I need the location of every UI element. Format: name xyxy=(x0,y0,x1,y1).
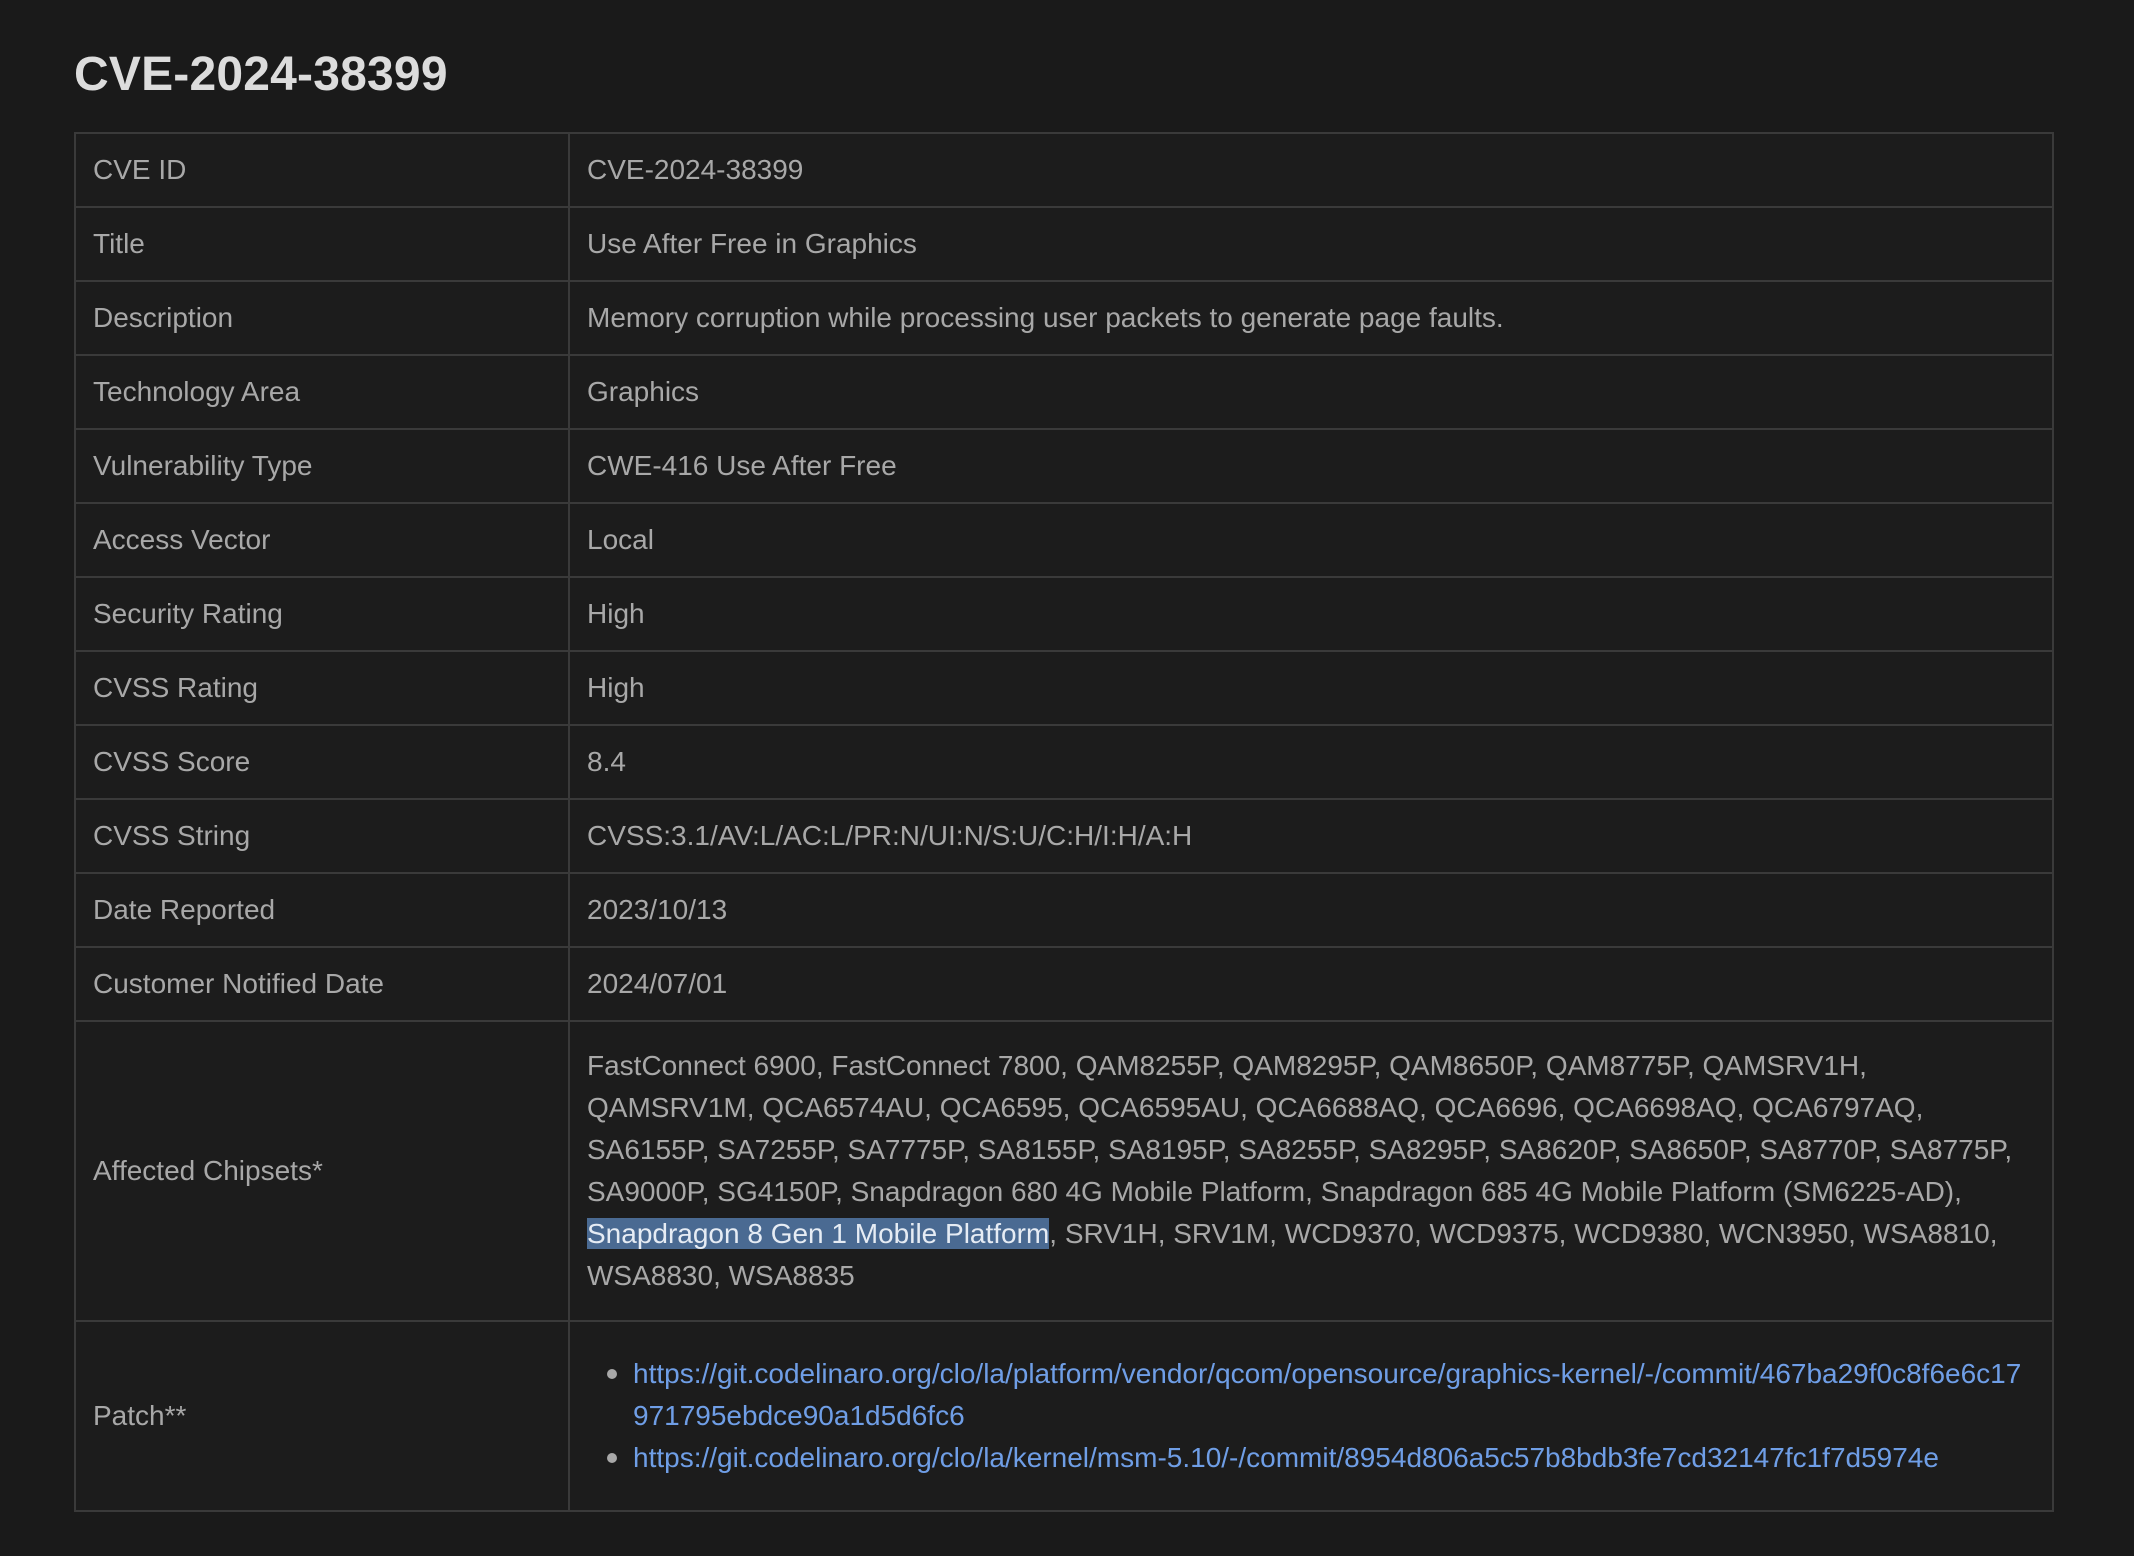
row-value: CVE-2024-38399 xyxy=(568,132,2054,208)
row-value: Use After Free in Graphics xyxy=(568,206,2054,282)
row-title: Title Use After Free in Graphics xyxy=(74,206,2054,282)
row-affected-chipsets: Affected Chipsets* FastConnect 6900, Fas… xyxy=(74,1020,2054,1322)
selected-text-highlight: Snapdragon 8 Gen 1 Mobile Platform xyxy=(587,1218,1050,1249)
row-cvss-score: CVSS Score 8.4 xyxy=(74,724,2054,800)
row-label: Vulnerability Type xyxy=(74,428,570,504)
row-cve-id: CVE ID CVE-2024-38399 xyxy=(74,132,2054,208)
row-patch: Patch** https://git.codelinaro.org/clo/l… xyxy=(74,1320,2054,1512)
row-technology-area: Technology Area Graphics xyxy=(74,354,2054,430)
list-item: https://git.codelinaro.org/clo/la/platfo… xyxy=(607,1353,2035,1437)
row-value: High xyxy=(568,650,2054,726)
row-access-vector: Access Vector Local xyxy=(74,502,2054,578)
row-value: Local xyxy=(568,502,2054,578)
bullet-icon xyxy=(607,1453,617,1463)
row-label: Patch** xyxy=(74,1320,570,1512)
row-customer-notified-date: Customer Notified Date 2024/07/01 xyxy=(74,946,2054,1022)
row-label: Technology Area xyxy=(74,354,570,430)
row-vulnerability-type: Vulnerability Type CWE-416 Use After Fre… xyxy=(74,428,2054,504)
page-title: CVE-2024-38399 xyxy=(74,48,448,101)
patch-link-list: https://git.codelinaro.org/clo/la/platfo… xyxy=(587,1353,2035,1479)
row-label: Title xyxy=(74,206,570,282)
row-label: Customer Notified Date xyxy=(74,946,570,1022)
row-value: CWE-416 Use After Free xyxy=(568,428,2054,504)
chipsets-text-before: FastConnect 6900, FastConnect 7800, QAM8… xyxy=(587,1050,2013,1207)
row-label: CVE ID xyxy=(74,132,570,208)
row-description: Description Memory corruption while proc… xyxy=(74,280,2054,356)
row-value: 2023/10/13 xyxy=(568,872,2054,948)
row-label: Affected Chipsets* xyxy=(74,1020,570,1322)
bullet-icon xyxy=(607,1369,617,1379)
row-value: CVSS:3.1/AV:L/AC:L/PR:N/UI:N/S:U/C:H/I:H… xyxy=(568,798,2054,874)
row-value: Memory corruption while processing user … xyxy=(568,280,2054,356)
row-label: Description xyxy=(74,280,570,356)
row-label: CVSS Score xyxy=(74,724,570,800)
row-security-rating: Security Rating High xyxy=(74,576,2054,652)
patch-value: https://git.codelinaro.org/clo/la/platfo… xyxy=(568,1320,2054,1512)
row-value: High xyxy=(568,576,2054,652)
row-label: CVSS Rating xyxy=(74,650,570,726)
row-value: 2024/07/01 xyxy=(568,946,2054,1022)
row-label: Security Rating xyxy=(74,576,570,652)
list-item: https://git.codelinaro.org/clo/la/kernel… xyxy=(607,1437,2035,1479)
patch-link-msm-kernel[interactable]: https://git.codelinaro.org/clo/la/kernel… xyxy=(633,1442,1939,1473)
patch-link-graphics-kernel[interactable]: https://git.codelinaro.org/clo/la/platfo… xyxy=(633,1358,2021,1431)
row-cvss-string: CVSS String CVSS:3.1/AV:L/AC:L/PR:N/UI:N… xyxy=(74,798,2054,874)
row-value: 8.4 xyxy=(568,724,2054,800)
cve-detail-page: CVE-2024-38399 CVE ID CVE-2024-38399 Tit… xyxy=(0,0,2134,1556)
chipsets-value: FastConnect 6900, FastConnect 7800, QAM8… xyxy=(568,1020,2054,1322)
row-cvss-rating: CVSS Rating High xyxy=(74,650,2054,726)
row-label: Date Reported xyxy=(74,872,570,948)
row-date-reported: Date Reported 2023/10/13 xyxy=(74,872,2054,948)
row-label: CVSS String xyxy=(74,798,570,874)
row-value: Graphics xyxy=(568,354,2054,430)
row-label: Access Vector xyxy=(74,502,570,578)
cve-details-table: CVE ID CVE-2024-38399 Title Use After Fr… xyxy=(74,132,2054,1512)
